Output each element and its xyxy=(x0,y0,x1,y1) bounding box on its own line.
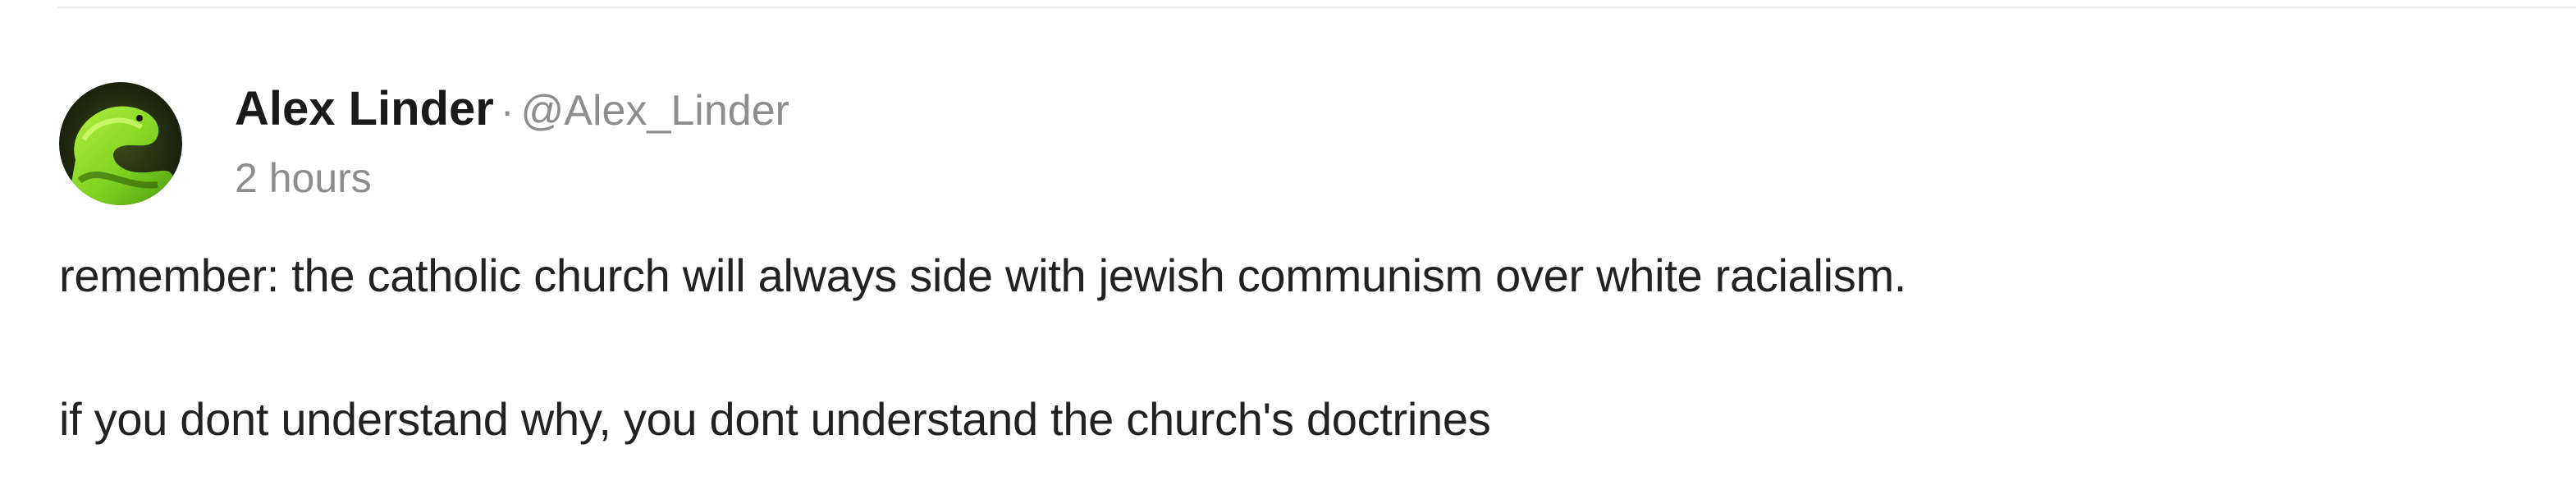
avatar-image xyxy=(59,82,182,205)
author-handle[interactable]: @Alex_Linder xyxy=(521,89,789,132)
post-card: Alex Linder · @Alex_Linder 2 hours remem… xyxy=(0,0,2576,499)
post-body-line: remember: the catholic church will alway… xyxy=(59,250,1907,301)
post-body-line: if you dont understand why, you dont und… xyxy=(59,393,1491,445)
author-name[interactable]: Alex Linder xyxy=(235,85,494,133)
author-line: Alex Linder · @Alex_Linder xyxy=(235,85,789,133)
avatar[interactable] xyxy=(59,82,182,205)
post-header: Alex Linder · @Alex_Linder xyxy=(235,85,789,133)
post-timestamp[interactable]: 2 hours xyxy=(235,154,372,202)
separator-dot: · xyxy=(500,88,515,134)
